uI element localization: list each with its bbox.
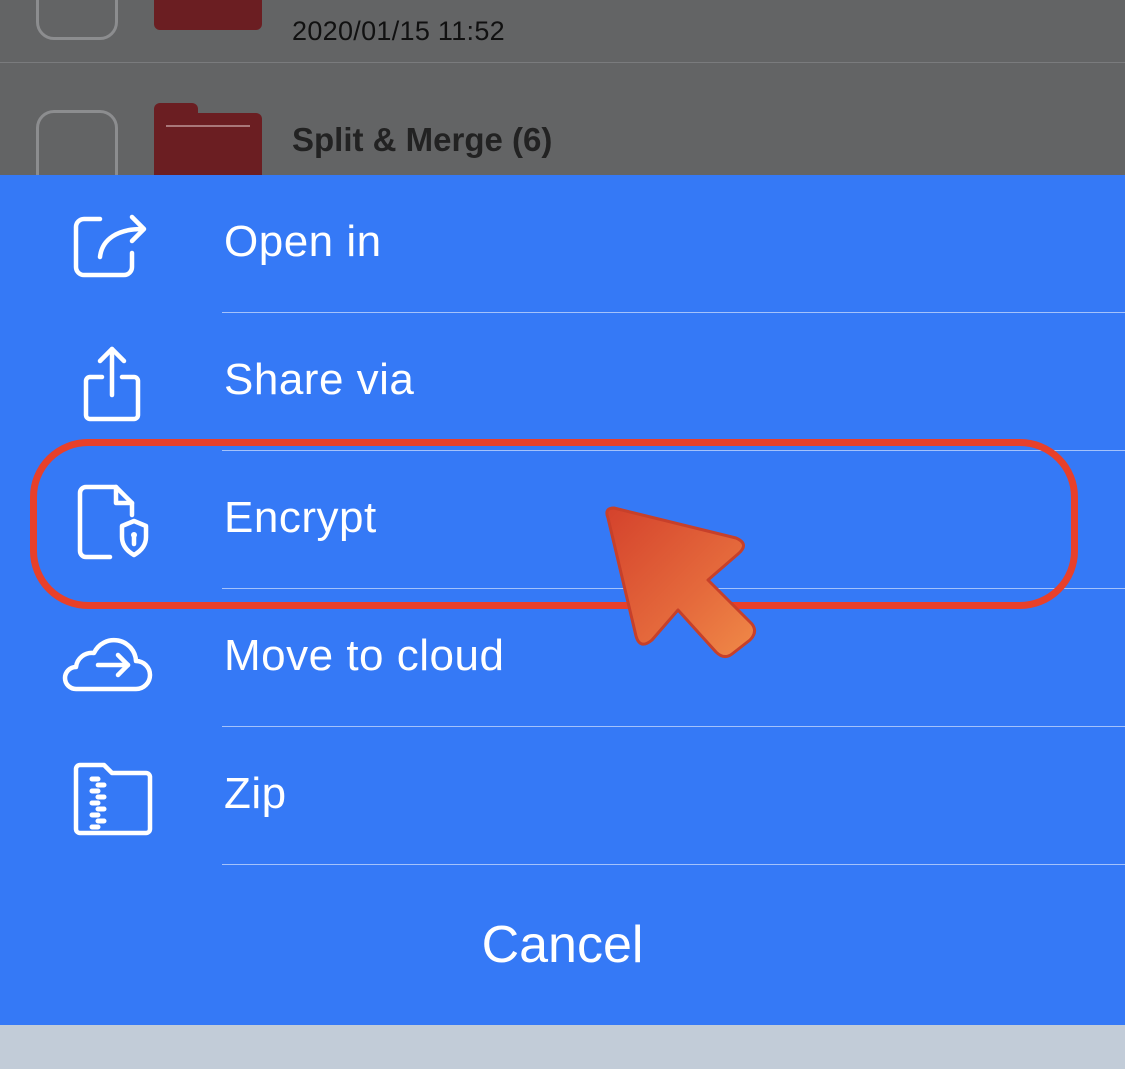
folder-icon (154, 0, 262, 30)
menu-item-encrypt[interactable]: Encrypt (0, 451, 1125, 589)
folder-title: Split & Merge (6) (292, 121, 553, 158)
file-list-background: 2020/01/15 11:52 Split & Merge (6) (0, 0, 1125, 175)
menu-item-label: Encrypt (224, 493, 377, 542)
menu-item-label: Open in (224, 217, 382, 266)
menu-item-share-via[interactable]: Share via (0, 313, 1125, 451)
folder-icon (154, 103, 262, 175)
action-sheet: Open in Share via Encrypt Move to cloud … (0, 175, 1125, 1025)
menu-item-label: Share via (224, 355, 415, 404)
cloud-upload-icon (56, 619, 166, 699)
file-row: Split & Merge (6) (0, 63, 1125, 175)
encrypt-document-icon (56, 481, 166, 561)
menu-item-open-in[interactable]: Open in (0, 175, 1125, 313)
menu-item-move-to-cloud[interactable]: Move to cloud (0, 589, 1125, 727)
open-in-icon (56, 205, 166, 285)
file-date: 2020/01/15 11:52 (292, 16, 505, 46)
menu-item-label: Zip (224, 769, 287, 818)
zip-folder-icon (56, 757, 166, 837)
row-checkbox (36, 110, 118, 175)
row-checkbox (36, 0, 118, 40)
file-row: 2020/01/15 11:52 (0, 0, 1125, 63)
menu-item-label: Move to cloud (224, 631, 505, 680)
share-icon (56, 343, 166, 423)
bottom-bar (0, 1025, 1125, 1069)
cancel-button[interactable]: Cancel (0, 865, 1125, 1025)
menu-item-zip[interactable]: Zip (0, 727, 1125, 865)
